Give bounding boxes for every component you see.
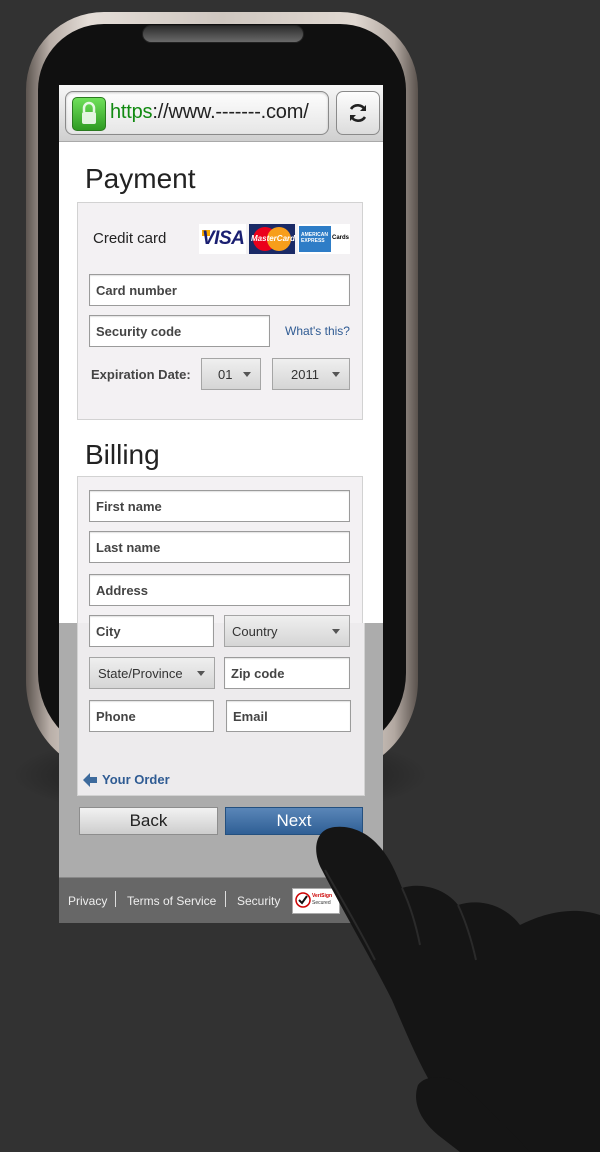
expiration-month-select[interactable]: 01 bbox=[201, 358, 261, 390]
last-name-input[interactable] bbox=[89, 531, 350, 563]
terms-of-service-link[interactable]: Terms of Service bbox=[127, 894, 216, 908]
footer-divider bbox=[115, 891, 116, 907]
browser-bar: https://www.-------.com/ bbox=[59, 85, 383, 142]
mastercard-logo: MasterCard bbox=[249, 224, 295, 254]
amex-text: AMERICAN EXPRESS bbox=[301, 232, 328, 244]
arrow-left-icon bbox=[83, 773, 97, 787]
city-input[interactable] bbox=[89, 615, 214, 647]
chevron-down-icon bbox=[197, 671, 205, 676]
checkmark-icon bbox=[295, 892, 311, 908]
billing-panel-lower: Country State/Province Your Order bbox=[77, 615, 365, 796]
phone-screen: https://www.-------.com/ Payment Credit … bbox=[59, 85, 383, 923]
your-order-label: Your Order bbox=[102, 772, 170, 787]
privacy-link[interactable]: Privacy bbox=[68, 894, 107, 908]
next-button[interactable]: Next bbox=[225, 807, 363, 835]
first-name-input[interactable] bbox=[89, 490, 350, 522]
country-value: Country bbox=[232, 624, 278, 639]
state-province-value: State/Province bbox=[98, 666, 183, 681]
country-select[interactable]: Country bbox=[224, 615, 350, 647]
visa-text: VISA bbox=[202, 228, 245, 249]
security-link[interactable]: Security bbox=[237, 894, 280, 908]
state-province-select[interactable]: State/Province bbox=[89, 657, 215, 689]
mastercard-text: MasterCard bbox=[251, 234, 296, 243]
address-input[interactable] bbox=[89, 574, 350, 606]
whats-this-link[interactable]: What's this? bbox=[285, 324, 350, 338]
billing-title: Billing bbox=[85, 439, 160, 470]
back-button[interactable]: Back bbox=[79, 807, 218, 835]
footer: Privacy Terms of Service Security VeriSi… bbox=[59, 877, 383, 923]
phone-input[interactable] bbox=[89, 700, 214, 732]
verisign-secured-text: Secured bbox=[312, 900, 331, 906]
expiration-date-label: Expiration Date: bbox=[91, 367, 191, 382]
amex-logo: AMERICAN EXPRESS Cards bbox=[298, 224, 350, 254]
url-text: https://www.-------.com/ bbox=[110, 101, 309, 124]
refresh-icon bbox=[349, 104, 367, 122]
adobe-logo: Adobe bbox=[347, 884, 373, 918]
chevron-down-icon bbox=[332, 629, 340, 634]
email-input[interactable] bbox=[226, 700, 351, 732]
verisign-text: VeriSign bbox=[312, 893, 333, 899]
chevron-down-icon bbox=[243, 372, 251, 377]
verisign-badge[interactable]: VeriSign Secured bbox=[292, 888, 340, 914]
zip-code-input[interactable] bbox=[224, 657, 350, 689]
url-domain: ://www.-------.com/ bbox=[152, 101, 309, 123]
address-bar[interactable]: https://www.-------.com/ bbox=[65, 91, 329, 135]
adobe-text: Adobe bbox=[347, 908, 368, 915]
footer-divider bbox=[225, 891, 226, 907]
card-number-input[interactable] bbox=[89, 274, 350, 306]
lock-icon bbox=[72, 97, 106, 131]
amex-cards-text: Cards bbox=[332, 235, 350, 241]
expiration-year-value: 2011 bbox=[291, 367, 319, 382]
phone-speaker bbox=[142, 25, 304, 43]
url-scheme: https bbox=[110, 101, 153, 123]
refresh-button[interactable] bbox=[336, 91, 380, 135]
security-code-input[interactable] bbox=[89, 315, 270, 347]
expiration-year-select[interactable]: 2011 bbox=[272, 358, 350, 390]
adobe-icon bbox=[349, 884, 371, 906]
credit-card-label: Credit card bbox=[93, 230, 167, 247]
expiration-month-value: 01 bbox=[218, 367, 233, 382]
card-logos: VISA MasterCard AMERICAN EXPRESS Cards bbox=[199, 224, 351, 254]
payment-title: Payment bbox=[85, 163, 196, 194]
payment-panel: Credit card VISA MasterCard AMERICAN EXP… bbox=[77, 202, 363, 420]
chevron-down-icon bbox=[332, 372, 340, 377]
visa-logo: VISA bbox=[199, 224, 246, 254]
